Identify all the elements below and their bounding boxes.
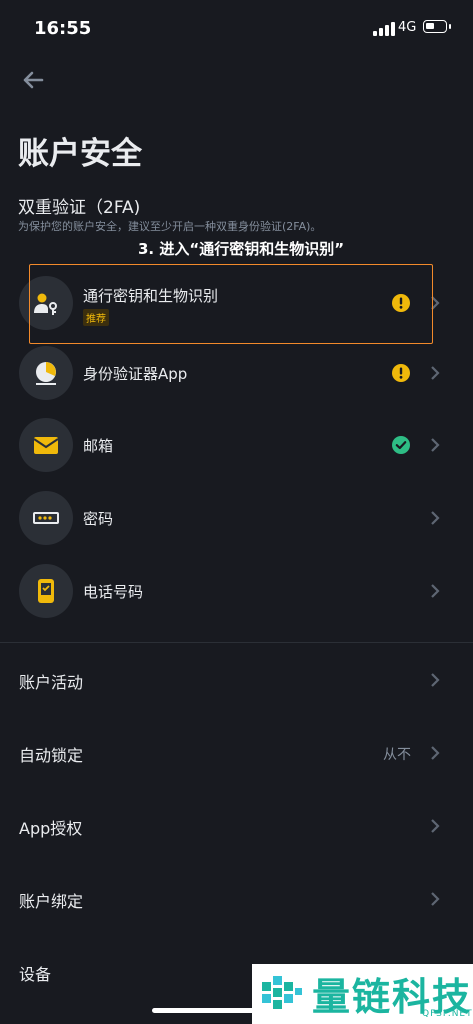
battery-cap bbox=[449, 24, 451, 29]
twofa-description: 为保护您的账户安全，建议至少开启一种双重身份验证(2FA)。 bbox=[18, 220, 322, 233]
setting-account-binding[interactable]: 账户绑定 bbox=[0, 863, 473, 935]
tutorial-annotation: 3. 进入“通行密钥和生物识别” bbox=[138, 240, 345, 258]
setting-label: App授权 bbox=[19, 819, 83, 838]
status-time: 16:55 bbox=[34, 18, 92, 39]
method-authenticator-app[interactable]: 身份验证器App bbox=[0, 337, 473, 409]
chevron-right-icon bbox=[431, 673, 440, 687]
method-password[interactable]: 密码 bbox=[0, 482, 473, 554]
password-icon bbox=[19, 491, 73, 545]
chevron-right-icon bbox=[431, 584, 440, 598]
chevron-right-icon bbox=[431, 819, 440, 833]
setting-label: 自动锁定 bbox=[19, 746, 84, 765]
method-label: 身份验证器App bbox=[83, 365, 188, 383]
highlight-box bbox=[29, 264, 433, 344]
setting-account-activity[interactable]: 账户活动 bbox=[0, 644, 473, 716]
twofa-section-title: 双重验证（2FA) bbox=[18, 198, 141, 218]
authenticator-icon bbox=[19, 346, 73, 400]
chevron-right-icon bbox=[431, 366, 440, 380]
method-email[interactable]: 邮箱 bbox=[0, 409, 473, 481]
setting-label: 账户活动 bbox=[19, 673, 84, 692]
watermark-subtext: QFSP.NET bbox=[422, 1009, 473, 1019]
method-label: 邮箱 bbox=[83, 437, 114, 455]
battery-level bbox=[426, 23, 434, 29]
auto-lock-value: 从不 bbox=[383, 747, 411, 763]
method-label: 密码 bbox=[83, 510, 114, 528]
setting-label: 设备 bbox=[19, 965, 52, 984]
page-title: 账户安全 bbox=[18, 136, 142, 172]
chevron-right-icon bbox=[431, 438, 440, 452]
network-label: 4G bbox=[398, 20, 417, 35]
watermark: 量链科技 QFSP.NET bbox=[252, 964, 473, 1024]
email-icon bbox=[19, 418, 73, 472]
setting-label: 账户绑定 bbox=[19, 892, 84, 911]
setting-auto-lock[interactable]: 自动锁定 从不 bbox=[0, 717, 473, 789]
method-label: 电话号码 bbox=[83, 583, 144, 601]
chevron-right-icon bbox=[431, 746, 440, 760]
chevron-right-icon bbox=[431, 892, 440, 906]
chevron-right-icon bbox=[431, 511, 440, 525]
status-bar: 16:55 4G bbox=[0, 0, 473, 56]
setting-app-authorization[interactable]: App授权 bbox=[0, 790, 473, 862]
back-button[interactable] bbox=[18, 64, 50, 96]
check-circle-icon bbox=[392, 436, 410, 454]
phone-icon bbox=[19, 564, 73, 618]
section-divider bbox=[0, 642, 473, 643]
arrow-left-icon bbox=[23, 71, 44, 89]
signal-icon bbox=[373, 22, 395, 36]
warning-icon bbox=[392, 364, 410, 382]
battery-icon bbox=[423, 20, 447, 33]
method-phone[interactable]: 电话号码 bbox=[0, 555, 473, 627]
watermark-logo-icon bbox=[262, 976, 302, 1009]
